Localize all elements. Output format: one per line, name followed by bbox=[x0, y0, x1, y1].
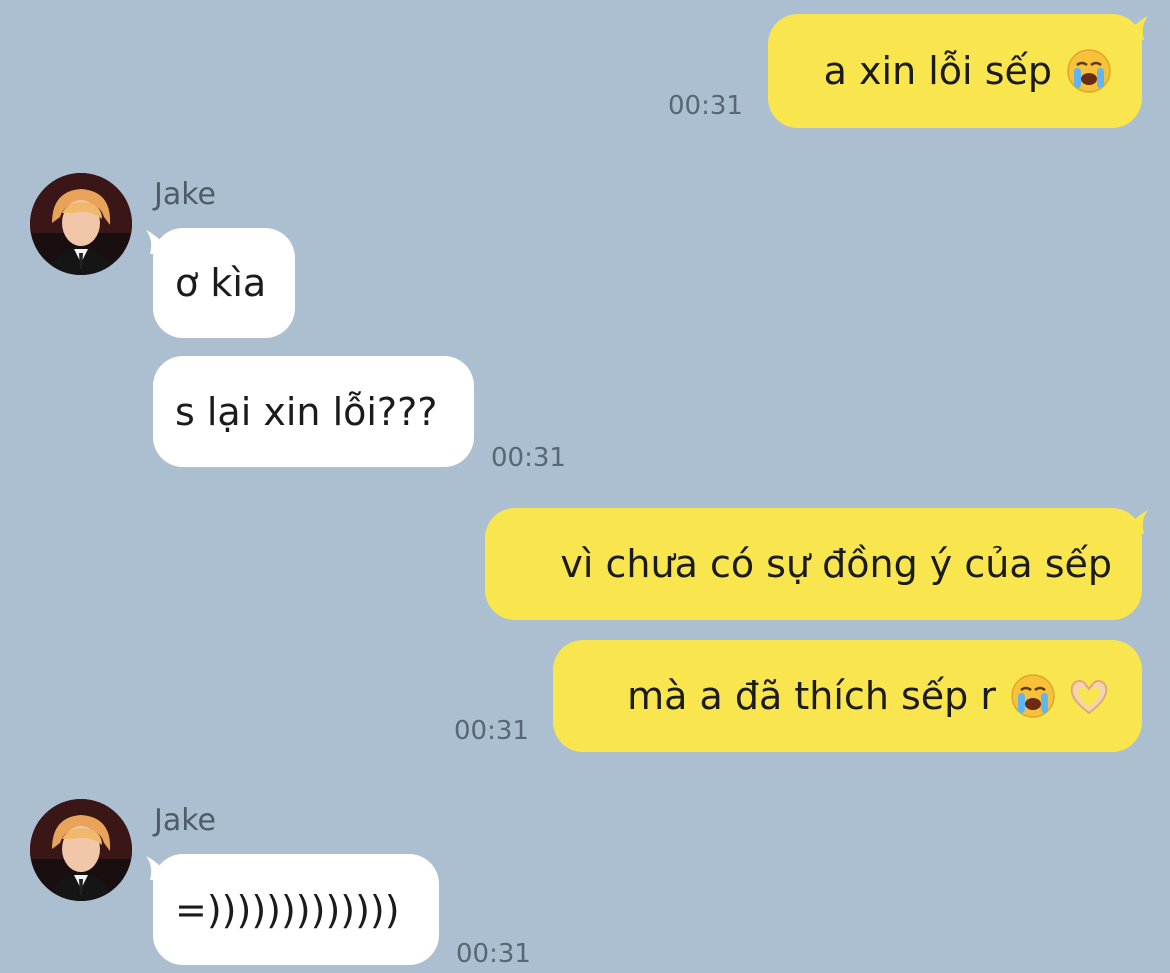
message-bubble-outgoing[interactable]: mà a đã thích sếp r bbox=[553, 640, 1142, 752]
message-text: mà a đã thích sếp r bbox=[627, 674, 996, 718]
message-timestamp: 00:31 bbox=[456, 939, 531, 969]
message-bubble-incoming[interactable]: =))))))))))))) bbox=[153, 854, 439, 965]
message-text: =))))))))))))) bbox=[175, 887, 400, 932]
contact-avatar-icon[interactable] bbox=[30, 799, 132, 901]
message-text: a xin lỗi sếp bbox=[823, 49, 1052, 93]
bubble-tail bbox=[1120, 16, 1148, 40]
message-timestamp: 00:31 bbox=[454, 716, 529, 746]
loudly-crying-face-icon bbox=[1066, 48, 1112, 94]
heart-hands-icon bbox=[1066, 673, 1112, 719]
sender-name: Jake bbox=[154, 177, 216, 212]
bubble-tail bbox=[1120, 510, 1148, 534]
sender-name: Jake bbox=[154, 803, 216, 838]
message-timestamp: 00:31 bbox=[668, 91, 743, 121]
message-text: vì chưa có sự đồng ý của sếp bbox=[560, 542, 1112, 586]
message-text: ơ kìa bbox=[175, 261, 267, 305]
message-bubble-incoming[interactable]: ơ kìa bbox=[153, 228, 295, 338]
message-timestamp: 00:31 bbox=[491, 443, 566, 473]
message-bubble-incoming[interactable]: s lại xin lỗi??? bbox=[153, 356, 474, 467]
message-bubble-outgoing[interactable]: vì chưa có sự đồng ý của sếp bbox=[485, 508, 1142, 620]
message-text: s lại xin lỗi??? bbox=[175, 389, 438, 434]
contact-avatar-icon[interactable] bbox=[30, 173, 132, 275]
message-bubble-outgoing[interactable]: a xin lỗi sếp bbox=[768, 14, 1142, 128]
loudly-crying-face-icon bbox=[1010, 673, 1056, 719]
